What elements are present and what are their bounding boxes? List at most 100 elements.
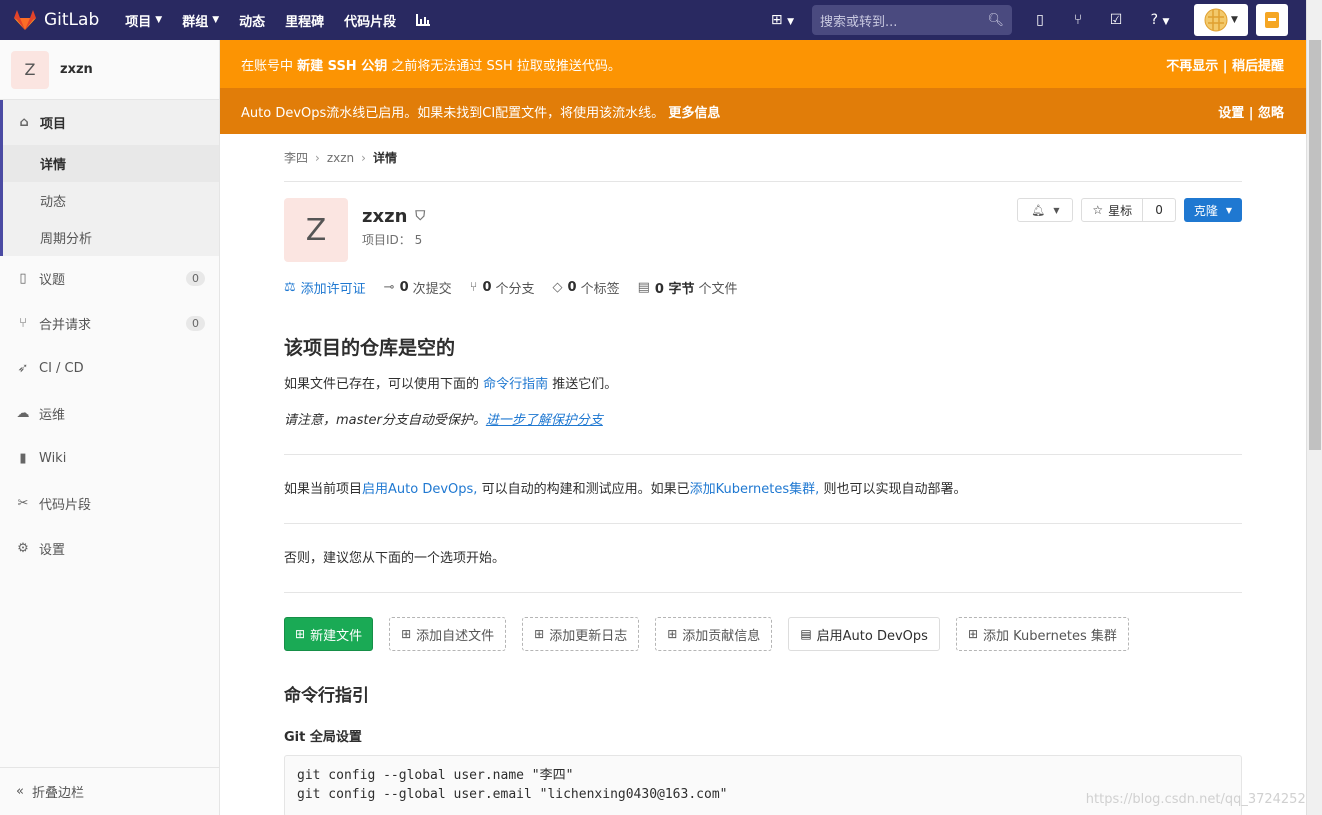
tags-count: 0: [567, 280, 577, 295]
help-icon[interactable]: ? ▼: [1144, 12, 1176, 28]
issues-nav-icon[interactable]: ▯: [1030, 12, 1050, 28]
spy-icon: [1265, 12, 1279, 28]
add-readme-button[interactable]: ⊞ 添加自述文件: [389, 617, 507, 651]
add-license-link[interactable]: ⚖ 添加许可证: [284, 278, 366, 297]
spy-avatar-button[interactable]: [1256, 4, 1288, 36]
auto-devops-banner: Auto DevOps流水线已启用。如果未找到CI配置文件，将使用该流水线。 更…: [220, 88, 1306, 134]
sidebar-subitem-cycle-analytics[interactable]: 周期分析: [3, 219, 219, 256]
protected-branches-link[interactable]: 进一步了解保护分支: [486, 413, 603, 428]
todos-nav-icon[interactable]: ☑: [1106, 12, 1126, 28]
sidebar-item-label: Wiki: [39, 451, 67, 466]
text: 推送它们。: [548, 377, 618, 392]
cli-guide-link[interactable]: 命令行指南: [483, 377, 548, 392]
search-input[interactable]: 搜索或转到... 🔍︎: [812, 5, 1012, 35]
brand-name: GitLab: [44, 10, 100, 30]
book-icon: ▮: [19, 451, 27, 466]
commits-count: 0: [399, 280, 409, 295]
sidebar-item-merge-requests[interactable]: ⑂ 合并请求 0: [0, 301, 219, 346]
home-icon: ⌂: [19, 115, 29, 130]
quick-actions: ⊞ 新建文件 ⊞ 添加自述文件 ⊞ 添加更新日志 ⊞ 添加贡献信息 ▤ 启用Auto De…: [284, 617, 1242, 651]
clone-button[interactable]: 克隆 ▼: [1183, 198, 1242, 222]
gitlab-logo[interactable]: GitLab: [14, 10, 99, 30]
options-text: 否则，建议您从下面的一个选项开始。: [284, 551, 506, 566]
devops-banner-text: Auto DevOps流水线已启用。如果未找到CI配置文件，将使用该流水线。: [241, 105, 665, 121]
sidebar-subitem-activity[interactable]: 动态: [3, 182, 219, 219]
new-dropdown-button[interactable]: ⊞ ▼: [771, 12, 794, 28]
empty-repo-text: 如果文件已存在，可以使用下面的 命令行指南 推送它们。: [284, 376, 1242, 394]
sidebar-item-settings[interactable]: ⚙ 设置: [0, 526, 219, 571]
commits-stat[interactable]: ⊸ 0 次提交: [384, 278, 452, 297]
code-line: git config --global user.name "李四": [297, 768, 574, 783]
page-scrollbar[interactable]: [1306, 0, 1322, 815]
issues-icon: ▯: [19, 271, 27, 286]
ssh-key-link[interactable]: 新建 SSH 公钥: [297, 59, 387, 74]
star-button[interactable]: ☆ 星标 0: [1081, 198, 1176, 222]
watermark: https://blog.csdn.net/qq_37242520: [1085, 792, 1314, 807]
breadcrumb-owner[interactable]: 李四: [284, 149, 308, 166]
enable-auto-devops-button[interactable]: ▤ 启用Auto DevOps: [788, 617, 940, 651]
project-actions: 🔔︎ ▼ ☆ 星标 0 克隆 ▼: [1017, 198, 1242, 222]
nav-analytics-icon[interactable]: [416, 11, 431, 30]
merge-request-icon: ⑂: [19, 316, 27, 331]
sidebar-item-label: 项目: [40, 117, 67, 132]
sidebar-item-wiki[interactable]: ▮ Wiki: [0, 436, 219, 481]
chevron-down-icon: ▼: [155, 15, 163, 25]
chevron-down-icon: ▼: [212, 15, 220, 25]
sidebar-item-label: 设置: [39, 543, 66, 558]
button-label: 添加 Kubernetes 集群: [983, 628, 1117, 644]
text: 可以自动的构建和测试应用。如果已: [477, 482, 690, 497]
sidebar-item-snippets[interactable]: ✂ 代码片段: [0, 481, 219, 526]
sidebar-item-operations[interactable]: ☁ 运维: [0, 391, 219, 436]
clone-label: 克隆: [1193, 203, 1218, 218]
nav-activity[interactable]: 动态: [239, 11, 265, 30]
files-stat[interactable]: ▤ 0 字节 个文件: [638, 278, 738, 297]
ssh-banner-actions[interactable]: 不再显示 | 稍后提醒: [1166, 55, 1284, 74]
enable-auto-devops-link[interactable]: 启用Auto DevOps,: [362, 482, 477, 497]
sidebar-project-header[interactable]: Z zxzn: [0, 40, 219, 100]
sidebar-subitem-details[interactable]: 详情: [3, 145, 219, 182]
nav-projects[interactable]: 项目 ▼: [125, 11, 162, 30]
tags-stat[interactable]: ◇ 0 个标签: [553, 278, 620, 297]
ssh-key-banner: 在账号中 新建 SSH 公钥 之前将无法通过 SSH 拉取或推送代码。 不再显示…: [220, 40, 1306, 88]
nav-right: ⊞ ▼ 搜索或转到... 🔍︎ ▯ ⑂ ☑ ? ▼ ▼: [771, 0, 1306, 40]
plus-square-icon: ⊞: [295, 627, 306, 641]
chevron-right-icon: ›: [315, 150, 320, 165]
scrollbar-thumb[interactable]: [1309, 40, 1321, 450]
nav-snippets[interactable]: 代码片段: [344, 11, 396, 30]
sidebar-item-project[interactable]: ⌂ 项目: [3, 100, 219, 145]
add-kubernetes-link[interactable]: 添加Kubernetes集群,: [690, 482, 820, 497]
collapse-sidebar-button[interactable]: « 折叠边栏: [0, 767, 219, 815]
add-changelog-button[interactable]: ⊞ 添加更新日志: [522, 617, 640, 651]
commits-label: 次提交: [412, 282, 452, 297]
branches-label: 个分支: [495, 282, 535, 297]
plus-square-icon: ⊞: [534, 627, 545, 641]
nav-groups[interactable]: 群组 ▼: [182, 11, 219, 30]
merge-requests-nav-icon[interactable]: ⑂: [1068, 12, 1088, 28]
devops-more-info-link[interactable]: 更多信息: [668, 106, 720, 121]
sidebar-item-issues[interactable]: ▯ 议题 0: [0, 256, 219, 301]
star-count[interactable]: 0: [1143, 203, 1175, 217]
breadcrumb-project[interactable]: zxzn: [327, 151, 354, 165]
project-stats: ⚖ 添加许可证 ⊸ 0 次提交 ⑂ 0 个分支 ◇ 0 个标签 ▤ 0 字节 个文件: [284, 278, 1242, 297]
add-contributing-button[interactable]: ⊞ 添加贡献信息: [655, 617, 773, 651]
sidebar-item-cicd[interactable]: ➶ CI / CD: [0, 346, 219, 391]
plus-square-icon: ⊞: [967, 627, 978, 641]
gear-icon: ⚙: [17, 541, 29, 556]
button-label: 添加自述文件: [416, 628, 495, 644]
user-avatar-dropdown[interactable]: ▼: [1194, 4, 1248, 36]
button-label: 添加更新日志: [549, 628, 628, 644]
new-file-button[interactable]: ⊞ 新建文件: [284, 617, 374, 651]
add-kubernetes-button[interactable]: ⊞ 添加 Kubernetes 集群: [955, 617, 1129, 651]
plus-square-icon: ⊞: [667, 627, 678, 641]
star-label[interactable]: ☆ 星标: [1082, 199, 1144, 221]
notification-dropdown[interactable]: 🔔︎ ▼: [1017, 198, 1074, 222]
branches-stat[interactable]: ⑂ 0 个分支: [470, 278, 535, 297]
devops-banner-actions[interactable]: 设置 | 忽略: [1218, 102, 1284, 121]
divider: [284, 523, 1242, 524]
breadcrumb-current[interactable]: 详情: [373, 149, 397, 166]
collapse-label: 折叠边栏: [31, 786, 84, 801]
nav-milestones[interactable]: 里程碑: [285, 11, 324, 30]
button-label: 启用Auto DevOps: [816, 628, 928, 644]
scissors-icon: ✂: [17, 496, 29, 511]
chevron-right-icon: ›: [361, 150, 366, 165]
